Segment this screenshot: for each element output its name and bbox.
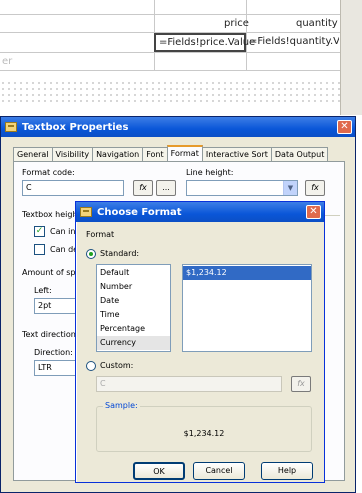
left-padding-label: Left: xyxy=(34,286,52,295)
choose-format-dialog: Choose Format ✕ Format Standard: Default… xyxy=(75,201,325,483)
format-preview-list[interactable]: $1,234.12 xyxy=(182,264,312,352)
report-designer-surface: price quantity =Fields!price.Value =Fiel… xyxy=(0,0,362,115)
placeholder-row: er xyxy=(2,56,13,67)
price-expression: =Fields!price.Value xyxy=(159,37,256,48)
format-code-input[interactable]: C xyxy=(22,180,124,196)
property-tabs: General Visibility Navigation Font Forma… xyxy=(13,145,329,161)
standard-format-list[interactable]: Default Number Date Time Percentage Curr… xyxy=(96,264,171,352)
sample-value: $1,234.12 xyxy=(183,429,225,438)
text-direction-label: Text direction xyxy=(22,330,76,339)
standard-label: Standard: xyxy=(100,249,140,258)
tab-interactive-sort[interactable]: Interactive Sort xyxy=(201,147,272,161)
tab-font[interactable]: Font xyxy=(142,147,168,161)
choose-format-titlebar[interactable]: Choose Format ✕ xyxy=(76,202,324,222)
selected-price-cell[interactable]: =Fields!price.Value xyxy=(154,33,255,52)
standard-radio[interactable] xyxy=(86,249,96,259)
preview-item[interactable]: $1,234.12 xyxy=(183,266,311,280)
grid-line xyxy=(0,52,340,53)
dialog-title: Choose Format xyxy=(97,206,182,218)
list-item-currency[interactable]: Currency xyxy=(97,336,170,350)
grid-line xyxy=(0,70,340,71)
window-icon xyxy=(5,122,17,132)
direction-label: Direction: xyxy=(34,348,73,357)
close-icon[interactable]: ✕ xyxy=(337,120,352,134)
format-code-label: Format code: xyxy=(22,168,75,177)
tab-visibility[interactable]: Visibility xyxy=(51,147,94,161)
line-height-label: Line height: xyxy=(186,168,234,177)
custom-radio[interactable] xyxy=(86,361,96,371)
custom-expression-button[interactable]: fx xyxy=(291,376,311,392)
custom-label: Custom: xyxy=(100,361,134,370)
list-item-time[interactable]: Time xyxy=(97,308,170,322)
designer-gutter xyxy=(340,0,362,115)
left-padding-input[interactable]: 2pt xyxy=(34,298,76,314)
tab-format[interactable]: Format xyxy=(166,145,203,161)
direction-combo[interactable]: LTR xyxy=(34,360,76,376)
ok-button[interactable]: OK xyxy=(133,462,185,480)
report-body-band xyxy=(0,80,340,102)
custom-format-input[interactable]: C xyxy=(96,376,282,392)
tab-navigation[interactable]: Navigation xyxy=(92,147,144,161)
fx-icon: fx xyxy=(297,379,305,388)
chevron-down-icon[interactable]: ▼ xyxy=(283,181,297,195)
can-decrease-label: Can de xyxy=(50,245,79,254)
sample-label: Sample: xyxy=(103,401,140,410)
list-item-date[interactable]: Date xyxy=(97,294,170,308)
list-item-default[interactable]: Default xyxy=(97,266,170,280)
cancel-button[interactable]: Cancel xyxy=(193,462,245,480)
quantity-expression-cell[interactable]: =Fields!quantity.Va xyxy=(249,36,339,47)
column-header-price[interactable]: price xyxy=(224,18,249,29)
can-decrease-checkbox[interactable] xyxy=(34,244,45,255)
grid-line xyxy=(0,14,340,15)
close-icon[interactable]: ✕ xyxy=(306,205,321,219)
grid-line xyxy=(246,0,247,70)
fx-icon: fx xyxy=(139,183,147,192)
fx-icon: fx xyxy=(311,183,319,192)
textbox-height-label: Textbox heigh xyxy=(22,210,78,219)
line-height-expression-button[interactable]: fx xyxy=(305,180,325,196)
format-expression-button[interactable]: fx xyxy=(133,180,153,196)
textbox-properties-titlebar[interactable]: Textbox Properties ✕ xyxy=(1,117,355,137)
format-ellipsis-button[interactable]: ... xyxy=(156,180,176,196)
sample-groupbox: Sample: $1,234.12 xyxy=(96,401,312,452)
column-header-quantity[interactable]: quantity xyxy=(296,18,338,29)
amount-spacing-label: Amount of spa xyxy=(22,268,81,277)
window-icon xyxy=(80,207,92,217)
can-increase-checkbox[interactable]: ✓ xyxy=(34,226,45,237)
list-item-percentage[interactable]: Percentage xyxy=(97,322,170,336)
window-title: Textbox Properties xyxy=(22,121,129,133)
line-height-combo[interactable]: ▼ xyxy=(186,180,298,196)
format-section-label: Format xyxy=(86,230,115,239)
help-button[interactable]: Help xyxy=(261,462,313,480)
list-item-number[interactable]: Number xyxy=(97,280,170,294)
tab-data-output[interactable]: Data Output xyxy=(270,147,329,161)
tab-general[interactable]: General xyxy=(13,147,53,161)
